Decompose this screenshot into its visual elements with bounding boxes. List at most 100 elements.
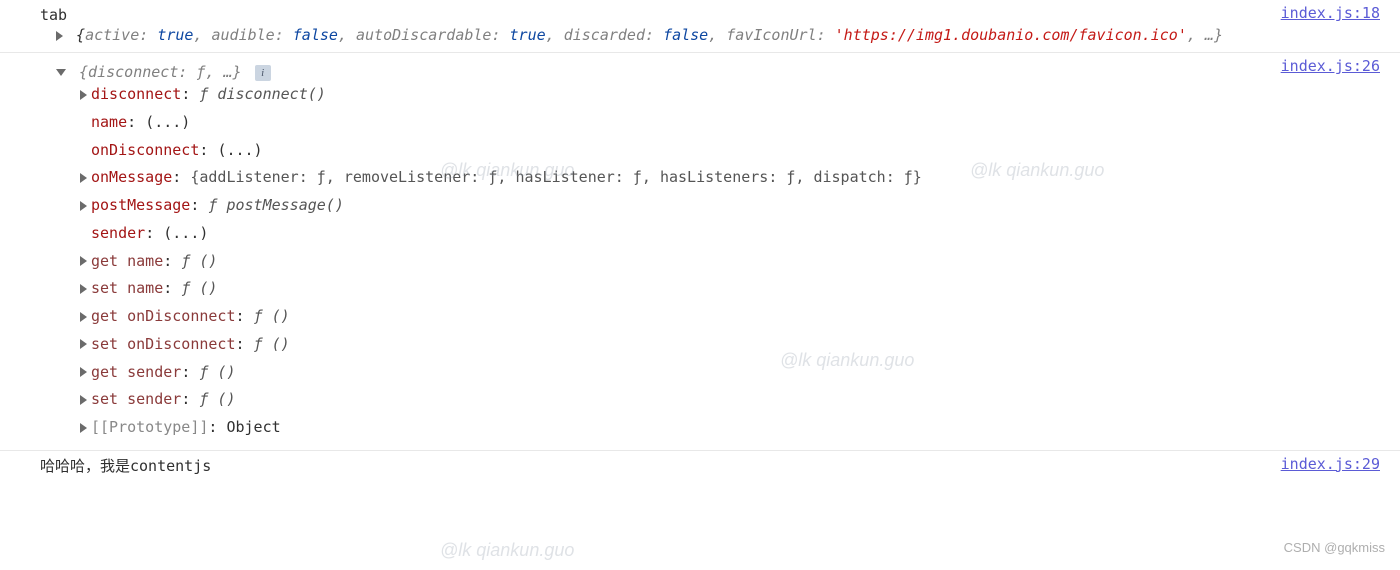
property-value: (...): [217, 141, 262, 159]
sep: :: [645, 26, 663, 44]
chevron-right-icon[interactable]: [80, 256, 87, 266]
colon: :: [181, 85, 199, 103]
property-key: get onDisconnect: [91, 307, 236, 325]
object-property-row[interactable]: [[Prototype]]: Object: [40, 414, 1380, 442]
property-value: ƒ disconnect(): [199, 85, 325, 103]
colon: :: [181, 363, 199, 381]
sep: :: [275, 26, 293, 44]
chevron-right-icon[interactable]: [80, 339, 87, 349]
ellipsis: , …}: [1187, 26, 1223, 44]
property-value: ƒ (): [254, 335, 290, 353]
colon: :: [236, 307, 254, 325]
csdn-watermark: CSDN @gqkmiss: [1284, 540, 1385, 555]
val: true: [157, 26, 193, 44]
object-property-row[interactable]: disconnect: ƒ disconnect(): [40, 81, 1380, 109]
log-label: tab: [40, 6, 67, 24]
console-log-entry: index.js:18 tab {active: true, audible: …: [0, 0, 1400, 53]
comma: ,: [338, 26, 356, 44]
property-key: get name: [91, 252, 163, 270]
property-value: {addListener: ƒ, removeListener: ƒ, hasL…: [190, 168, 922, 186]
colon: :: [127, 113, 145, 131]
property-key: set sender: [91, 390, 181, 408]
key: discarded: [564, 26, 645, 44]
object-property-row[interactable]: onMessage: {addListener: ƒ, removeListen…: [40, 164, 1380, 192]
colon: :: [208, 418, 226, 436]
object-property-row[interactable]: get onDisconnect: ƒ (): [40, 303, 1380, 331]
property-key: get sender: [91, 363, 181, 381]
chevron-down-icon[interactable]: [56, 69, 66, 76]
chevron-right-icon[interactable]: [80, 423, 87, 433]
object-property-row[interactable]: get name: ƒ (): [40, 248, 1380, 276]
colon: :: [199, 141, 217, 159]
colon: :: [163, 252, 181, 270]
chevron-right-icon[interactable]: [80, 201, 87, 211]
console-log-entry: index.js:26 {disconnect: ƒ, …} i disconn…: [0, 53, 1400, 451]
brace-open: {: [76, 26, 85, 44]
val: 'https://img1.doubanio.com/favicon.ico': [835, 26, 1187, 44]
property-key: disconnect: [91, 85, 181, 103]
chevron-right-icon[interactable]: [80, 312, 87, 322]
watermark: @lk qiankun.guo: [440, 540, 574, 561]
object-property-row[interactable]: set onDisconnect: ƒ (): [40, 331, 1380, 359]
sep: :: [139, 26, 157, 44]
chevron-right-icon[interactable]: [80, 284, 87, 294]
colon: :: [236, 335, 254, 353]
property-key: onMessage: [91, 168, 172, 186]
object-summary-row[interactable]: {disconnect: ƒ, …} i: [40, 63, 1380, 81]
key: favIconUrl: [726, 26, 816, 44]
object-property-row[interactable]: set sender: ƒ (): [40, 386, 1380, 414]
object-property-row[interactable]: sender: (...): [40, 220, 1380, 248]
object-summary-row[interactable]: {active: true, audible: false, autoDisca…: [40, 26, 1380, 44]
object-summary: {disconnect: ƒ, …}: [79, 63, 242, 81]
comma: ,: [193, 26, 211, 44]
object-property-row[interactable]: name: (...): [40, 109, 1380, 137]
property-key: set onDisconnect: [91, 335, 236, 353]
property-value: ƒ postMessage(): [208, 196, 343, 214]
colon: :: [145, 224, 163, 242]
log-message: 哈哈哈，我是contentjs: [40, 457, 211, 475]
comma: ,: [546, 26, 564, 44]
val: false: [663, 26, 708, 44]
object-summary: {active: true, audible: false, autoDisca…: [76, 26, 1223, 44]
object-property-row[interactable]: set name: ƒ (): [40, 275, 1380, 303]
chevron-right-icon[interactable]: [80, 367, 87, 377]
comma: ,: [708, 26, 726, 44]
console-log-entry: index.js:29 哈哈哈，我是contentjs: [0, 451, 1400, 484]
object-property-row[interactable]: onDisconnect: (...): [40, 137, 1380, 165]
property-value: ƒ (): [199, 363, 235, 381]
sep: :: [491, 26, 509, 44]
property-key: set name: [91, 279, 163, 297]
chevron-right-icon[interactable]: [56, 31, 63, 41]
property-key: sender: [91, 224, 145, 242]
source-link[interactable]: index.js:26: [1281, 57, 1380, 75]
property-key: [[Prototype]]: [91, 418, 208, 436]
chevron-right-icon[interactable]: [80, 173, 87, 183]
colon: :: [163, 279, 181, 297]
chevron-right-icon[interactable]: [80, 90, 87, 100]
val: false: [293, 26, 338, 44]
property-value: ƒ (): [181, 252, 217, 270]
val: true: [510, 26, 546, 44]
property-value: (...): [145, 113, 190, 131]
property-value: Object: [226, 418, 280, 436]
property-key: name: [91, 113, 127, 131]
key: autoDiscardable: [356, 26, 491, 44]
colon: :: [172, 168, 190, 186]
object-property-row[interactable]: get sender: ƒ (): [40, 359, 1380, 387]
source-link[interactable]: index.js:18: [1281, 4, 1380, 22]
key: audible: [212, 26, 275, 44]
property-value: ƒ (): [181, 279, 217, 297]
info-icon[interactable]: i: [255, 65, 271, 81]
key: active: [85, 26, 139, 44]
property-key: postMessage: [91, 196, 190, 214]
property-value: (...): [163, 224, 208, 242]
source-link[interactable]: index.js:29: [1281, 455, 1380, 473]
property-value: ƒ (): [254, 307, 290, 325]
chevron-right-icon[interactable]: [80, 395, 87, 405]
colon: :: [190, 196, 208, 214]
property-key: onDisconnect: [91, 141, 199, 159]
sep: :: [817, 26, 835, 44]
colon: :: [181, 390, 199, 408]
property-value: ƒ (): [199, 390, 235, 408]
object-property-row[interactable]: postMessage: ƒ postMessage(): [40, 192, 1380, 220]
